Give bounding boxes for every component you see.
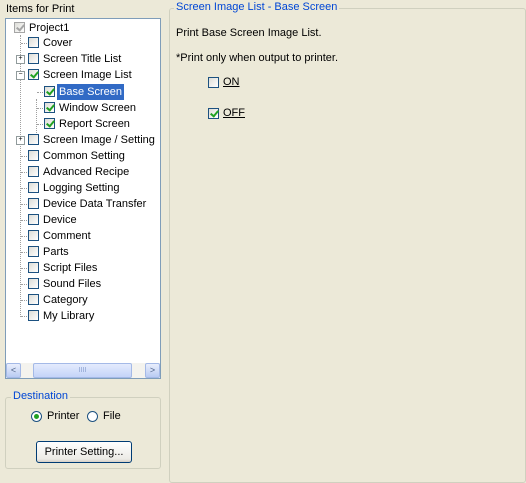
- category-checkbox[interactable]: [28, 294, 39, 305]
- tree-connector: [21, 284, 27, 285]
- horizontal-scrollbar[interactable]: < IIII >: [6, 363, 160, 378]
- settings-group-legend: Screen Image List - Base Screen: [174, 1, 340, 13]
- tree-item-label: Comment: [43, 230, 91, 242]
- tree-item-label: Project1: [29, 22, 70, 34]
- advanced-recipe-checkbox[interactable]: [28, 166, 39, 177]
- tree-connector: [21, 236, 27, 237]
- on-label: ON: [223, 76, 240, 88]
- tree-connector: [37, 124, 43, 125]
- project1-checkbox[interactable]: [14, 22, 25, 33]
- on-checkbox[interactable]: [208, 77, 219, 88]
- items-for-print-title: Items for Print: [6, 3, 75, 15]
- tree-item-label: Report Screen: [59, 118, 130, 130]
- tree-item-label: Cover: [43, 37, 73, 49]
- device-checkbox[interactable]: [28, 214, 39, 225]
- device-data-transfer-checkbox[interactable]: [28, 198, 39, 209]
- tree-item-label: Base Screen: [57, 84, 124, 100]
- tree-item-label: Logging Setting: [43, 182, 120, 194]
- tree-connector: [21, 316, 27, 317]
- scroll-left-button[interactable]: <: [6, 363, 21, 378]
- tree-item-label: Sound Files: [43, 278, 102, 290]
- comment-checkbox[interactable]: [28, 230, 39, 241]
- tree-connector: [21, 188, 27, 189]
- tree-item-label: Advanced Recipe: [43, 166, 130, 178]
- screen-image-list-checkbox[interactable]: [28, 69, 39, 80]
- tree-item-label: Screen Image List: [43, 69, 132, 81]
- tree-item-label: Window Screen: [59, 102, 137, 114]
- expand-icon[interactable]: +: [16, 136, 25, 145]
- tree-connector: [37, 92, 43, 93]
- common-setting-checkbox[interactable]: [28, 150, 39, 161]
- tree-connector: [21, 300, 27, 301]
- tree-item-label: Device: [43, 214, 77, 226]
- cover-checkbox[interactable]: [28, 37, 39, 48]
- tree-item-label: Screen Image / Setting: [43, 134, 155, 146]
- tree-item-label: My Library: [43, 310, 95, 322]
- parts-checkbox[interactable]: [28, 246, 39, 257]
- tree-item-label: Common Setting: [43, 150, 125, 162]
- off-label: OFF: [223, 107, 245, 119]
- screen-image-setting-checkbox[interactable]: [28, 134, 39, 145]
- expand-icon[interactable]: +: [16, 55, 25, 64]
- screen-title-list-checkbox[interactable]: [28, 53, 39, 64]
- printer-setting-button[interactable]: Printer Setting...: [36, 441, 132, 463]
- tree-item-label: Script Files: [43, 262, 98, 274]
- my-library-checkbox[interactable]: [28, 310, 39, 321]
- tree-connector: [21, 204, 27, 205]
- tree-connector: [21, 172, 27, 173]
- print-description: Print Base Screen Image List.: [176, 27, 322, 39]
- tree-item-label: Category: [43, 294, 88, 306]
- logging-setting-checkbox[interactable]: [28, 182, 39, 193]
- tree-connector: [36, 99, 37, 139]
- scroll-thumb[interactable]: IIII: [33, 363, 132, 378]
- window-screen-checkbox[interactable]: [44, 102, 55, 113]
- tree-connector: [37, 108, 43, 109]
- tree-connector: [21, 268, 27, 269]
- tree-item-label: Device Data Transfer: [43, 198, 147, 210]
- tree-connector: [21, 220, 27, 221]
- printer-radio-label: Printer: [47, 410, 80, 422]
- tree-item-label: Parts: [43, 246, 69, 258]
- printer-radio[interactable]: [31, 411, 42, 422]
- file-radio[interactable]: [87, 411, 98, 422]
- base-screen-checkbox[interactable]: [44, 86, 55, 97]
- tree-connector: [21, 156, 27, 157]
- file-radio-label: File: [103, 410, 121, 422]
- collapse-icon[interactable]: −: [16, 71, 25, 80]
- printer-note: *Print only when output to printer.: [176, 52, 339, 64]
- script-files-checkbox[interactable]: [28, 262, 39, 273]
- destination-legend: Destination: [11, 390, 71, 402]
- scroll-right-button[interactable]: >: [145, 363, 160, 378]
- tree-connector: [21, 252, 27, 253]
- off-checkbox[interactable]: [208, 108, 219, 119]
- tree-item-label: Screen Title List: [43, 53, 122, 65]
- sound-files-checkbox[interactable]: [28, 278, 39, 289]
- report-screen-checkbox[interactable]: [44, 118, 55, 129]
- print-items-tree[interactable]: Project1 Cover + Screen Title List − Scr…: [5, 18, 161, 379]
- tree-connector: [21, 43, 27, 44]
